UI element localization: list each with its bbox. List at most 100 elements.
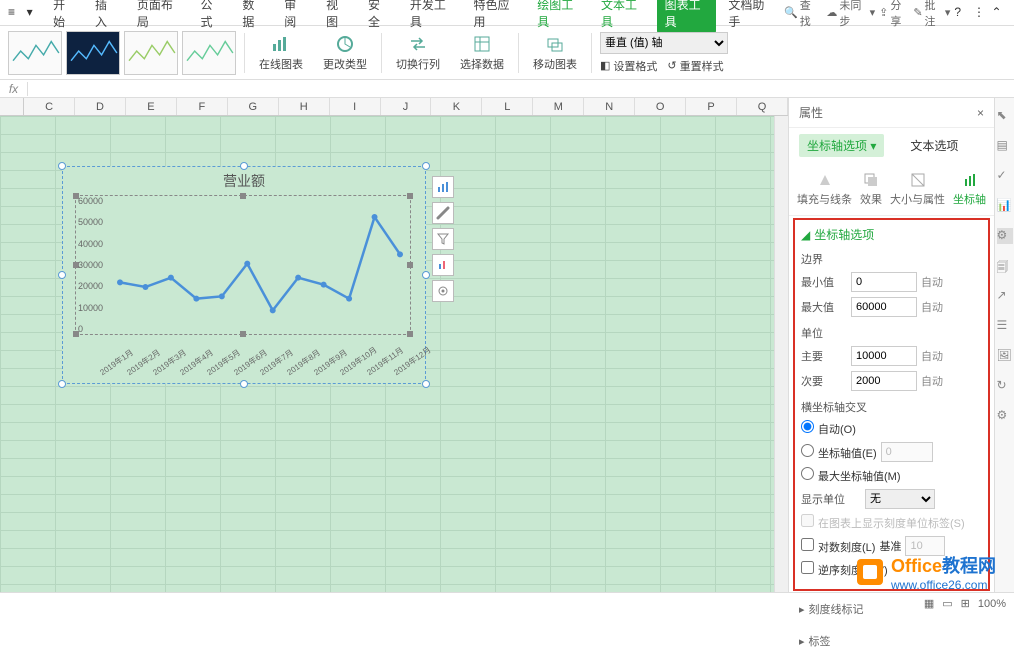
- selection-tool-icon[interactable]: ⬉: [997, 108, 1013, 124]
- chart-element-select[interactable]: 垂直 (值) 轴: [600, 32, 728, 54]
- min-input[interactable]: [851, 272, 917, 292]
- fx-icon[interactable]: fx: [0, 82, 28, 96]
- image-tool-icon[interactable]: 🖼: [997, 348, 1013, 364]
- settings-tool-icon[interactable]: ⚙: [997, 408, 1013, 424]
- props-tool-icon[interactable]: ⚙: [997, 228, 1013, 244]
- help-icon[interactable]: ?: [954, 5, 969, 21]
- tab-data[interactable]: 数据: [234, 0, 272, 34]
- minor-auto[interactable]: 自动: [921, 373, 943, 389]
- col-header[interactable]: E: [126, 98, 177, 115]
- auto-radio[interactable]: 自动(O): [801, 420, 856, 437]
- tab-text-tool[interactable]: 文本工具: [593, 0, 653, 34]
- share-button[interactable]: ⇪ 分享: [879, 0, 909, 29]
- col-header[interactable]: D: [75, 98, 126, 115]
- resize-handle[interactable]: [422, 162, 430, 170]
- chart-style-1[interactable]: [8, 31, 62, 75]
- select-data-button[interactable]: 选择数据: [454, 32, 510, 74]
- chart-settings-button[interactable]: [432, 280, 454, 302]
- chart-style-4[interactable]: [182, 31, 236, 75]
- chart-filter-button[interactable]: [432, 228, 454, 250]
- collapse-icon[interactable]: ⌃: [992, 5, 1007, 21]
- resize-handle[interactable]: [58, 162, 66, 170]
- fill-line-tab[interactable]: 填充与线条: [797, 171, 852, 207]
- embedded-chart[interactable]: 营业额 0100002000030000400005000060000 2019…: [62, 166, 426, 384]
- plot-area[interactable]: 0100002000030000400005000060000: [75, 195, 411, 335]
- size-props-tab[interactable]: 大小与属性: [890, 171, 945, 207]
- tab-formula[interactable]: 公式: [193, 0, 231, 34]
- axis-value-radio[interactable]: 坐标轴值(E): [801, 444, 877, 461]
- col-header[interactable]: M: [533, 98, 584, 115]
- dropdown-icon[interactable]: ▾: [27, 5, 42, 21]
- task-tool-icon[interactable]: ✓: [997, 168, 1013, 184]
- resize-handle[interactable]: [58, 271, 66, 279]
- set-format-button[interactable]: ◧ 设置格式: [600, 58, 657, 74]
- max-input[interactable]: [851, 297, 917, 317]
- refresh-tool-icon[interactable]: ↻: [997, 378, 1013, 394]
- tab-axis-options[interactable]: 坐标轴选项 ▾: [799, 134, 884, 157]
- min-auto[interactable]: 自动: [921, 274, 943, 290]
- col-header[interactable]: N: [584, 98, 635, 115]
- chart-elements-button[interactable]: [432, 176, 454, 198]
- col-header[interactable]: H: [279, 98, 330, 115]
- chart-style-2[interactable]: [66, 31, 120, 75]
- style-tool-icon[interactable]: ▤: [997, 138, 1013, 154]
- resize-handle[interactable]: [422, 380, 430, 388]
- tickmark-section[interactable]: ▸ 刻度线标记: [789, 593, 994, 625]
- col-header[interactable]: K: [431, 98, 482, 115]
- tab-drawing[interactable]: 绘图工具: [529, 0, 589, 34]
- tab-layout[interactable]: 页面布局: [129, 0, 189, 34]
- axis-options-section[interactable]: ◢ 坐标轴选项: [801, 226, 982, 243]
- major-auto[interactable]: 自动: [921, 348, 943, 364]
- list-tool-icon[interactable]: ☰: [997, 318, 1013, 334]
- switch-rc-button[interactable]: 切换行列: [390, 32, 446, 74]
- col-header[interactable]: F: [177, 98, 228, 115]
- chart-style-gallery[interactable]: [8, 31, 236, 75]
- minor-input[interactable]: [851, 371, 917, 391]
- resize-handle[interactable]: [240, 162, 248, 170]
- chart-title[interactable]: 营业额: [63, 167, 425, 195]
- app-menu-icon[interactable]: ≡: [8, 5, 23, 21]
- backup-tool-icon[interactable]: 🗐: [997, 258, 1013, 274]
- col-header[interactable]: G: [228, 98, 279, 115]
- sync-status[interactable]: ☁ 未同步 ▾: [826, 0, 875, 29]
- select-all-corner[interactable]: [0, 98, 24, 115]
- chart-styles-button[interactable]: [432, 202, 454, 224]
- resize-handle[interactable]: [240, 380, 248, 388]
- tab-insert[interactable]: 插入: [87, 0, 125, 34]
- chart-style-3[interactable]: [124, 31, 178, 75]
- col-header[interactable]: O: [635, 98, 686, 115]
- labels-section[interactable]: ▸ 标签: [789, 625, 994, 657]
- export-tool-icon[interactable]: ↗: [997, 288, 1013, 304]
- move-chart-button[interactable]: 移动图表: [527, 32, 583, 74]
- display-unit-select[interactable]: 无: [865, 489, 935, 509]
- tab-special[interactable]: 特色应用: [466, 0, 526, 34]
- chart-tool-icon[interactable]: 📊: [997, 198, 1013, 214]
- col-header[interactable]: C: [24, 98, 75, 115]
- close-icon[interactable]: ×: [977, 106, 984, 120]
- tab-review[interactable]: 审阅: [276, 0, 314, 34]
- comment-button[interactable]: ✎ 批注 ▾: [913, 0, 950, 29]
- more-icon[interactable]: ⋮: [973, 5, 988, 21]
- effects-tab[interactable]: 效果: [860, 171, 882, 207]
- reset-style-button[interactable]: ↺ 重置样式: [667, 58, 723, 74]
- search-button[interactable]: 🔍 查找: [784, 0, 818, 29]
- col-header[interactable]: Q: [737, 98, 788, 115]
- tab-view[interactable]: 视图: [318, 0, 356, 34]
- online-chart-button[interactable]: 在线图表: [253, 32, 309, 74]
- max-axis-radio[interactable]: 最大坐标轴值(M): [801, 467, 901, 484]
- tab-security[interactable]: 安全: [360, 0, 398, 34]
- axis-tab[interactable]: 坐标轴: [953, 171, 986, 207]
- change-type-button[interactable]: 更改类型: [317, 32, 373, 74]
- col-header[interactable]: P: [686, 98, 737, 115]
- major-input[interactable]: [851, 346, 917, 366]
- tab-text-options[interactable]: 文本选项: [902, 134, 966, 157]
- tab-doc-helper[interactable]: 文档助手: [720, 0, 780, 34]
- tab-dev[interactable]: 开发工具: [402, 0, 462, 34]
- chart-format-button[interactable]: [432, 254, 454, 276]
- resize-handle[interactable]: [422, 271, 430, 279]
- spreadsheet-grid[interactable]: C D E F G H I J K L M N O P Q 营业额: [0, 98, 788, 592]
- resize-handle[interactable]: [58, 380, 66, 388]
- chart-line-series[interactable]: [110, 196, 410, 336]
- max-auto[interactable]: 自动: [921, 299, 943, 315]
- vertical-scrollbar[interactable]: [774, 116, 788, 592]
